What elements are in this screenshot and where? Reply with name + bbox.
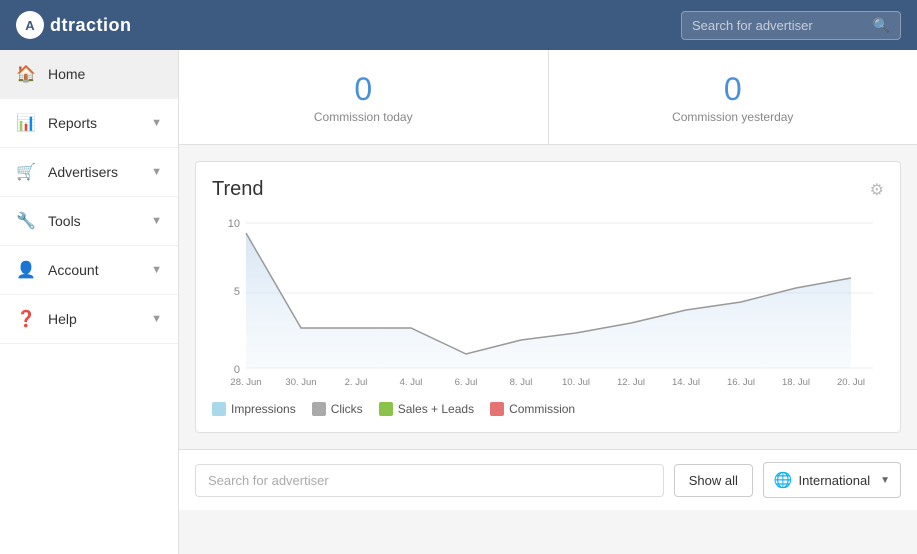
legend-label-commission: Commission <box>509 402 575 416</box>
header-search-bar[interactable]: 🔍 <box>681 11 901 40</box>
chart-title: Trend <box>212 178 264 201</box>
sidebar-item-help[interactable]: ❓ Help ▼ <box>0 295 178 344</box>
legend-label-sales-leads: Sales + Leads <box>398 402 474 416</box>
tools-icon: 🔧 <box>16 211 36 231</box>
legend-color-impressions <box>212 402 226 416</box>
sidebar-item-tools[interactable]: 🔧 Tools ▼ <box>0 197 178 246</box>
svg-text:10: 10 <box>228 218 240 230</box>
svg-text:20. Jul: 20. Jul <box>837 377 865 388</box>
sidebar-item-advertisers[interactable]: 🛒 Advertisers ▼ <box>0 148 178 197</box>
gear-icon[interactable]: ⚙ <box>870 180 884 200</box>
legend-label-impressions: Impressions <box>231 402 296 416</box>
bottom-search-input[interactable] <box>195 464 664 497</box>
sidebar-item-home[interactable]: 🏠 Home <box>0 50 178 99</box>
svg-text:5: 5 <box>234 286 240 298</box>
svg-text:0: 0 <box>234 364 240 376</box>
header-search-input[interactable] <box>692 18 873 33</box>
help-icon: ❓ <box>16 309 36 329</box>
chevron-down-icon: ▼ <box>151 117 162 129</box>
chevron-down-icon: ▼ <box>151 215 162 227</box>
legend-impressions: Impressions <box>212 402 296 416</box>
chevron-down-icon: ▼ <box>151 264 162 276</box>
show-all-button[interactable]: Show all <box>674 464 753 497</box>
main-content: 0 Commission today 0 Commission yesterda… <box>179 50 917 554</box>
svg-text:10. Jul: 10. Jul <box>562 377 590 388</box>
logo-icon: A <box>16 11 44 39</box>
svg-text:4. Jul: 4. Jul <box>400 377 423 388</box>
commission-today-value: 0 <box>195 70 532 108</box>
sidebar: 🏠 Home 📊 Reports ▼ 🛒 Advertisers ▼ 🔧 Too… <box>0 50 179 554</box>
sidebar-label-help: Help <box>48 311 77 327</box>
legend-sales-leads: Sales + Leads <box>379 402 474 416</box>
chevron-down-icon: ▼ <box>880 475 890 486</box>
sidebar-label-account: Account <box>48 262 99 278</box>
international-dropdown[interactable]: 🌐 International ▼ <box>763 462 901 498</box>
home-icon: 🏠 <box>16 64 36 84</box>
svg-text:30. Jun: 30. Jun <box>285 377 316 388</box>
commission-today-label: Commission today <box>195 110 532 124</box>
commission-today-card: 0 Commission today <box>179 50 549 144</box>
sidebar-label-home: Home <box>48 66 85 82</box>
sidebar-label-reports: Reports <box>48 115 97 131</box>
account-icon: 👤 <box>16 260 36 280</box>
svg-text:6. Jul: 6. Jul <box>455 377 478 388</box>
legend-color-commission <box>490 402 504 416</box>
sidebar-label-tools: Tools <box>48 213 81 229</box>
legend-color-sales-leads <box>379 402 393 416</box>
chevron-down-icon: ▼ <box>151 166 162 178</box>
svg-text:14. Jul: 14. Jul <box>672 377 700 388</box>
svg-text:18. Jul: 18. Jul <box>782 377 810 388</box>
legend-color-clicks <box>312 402 326 416</box>
svg-text:12. Jul: 12. Jul <box>617 377 645 388</box>
globe-icon: 🌐 <box>774 471 793 489</box>
reports-icon: 📊 <box>16 113 36 133</box>
commission-yesterday-label: Commission yesterday <box>565 110 902 124</box>
svg-text:8. Jul: 8. Jul <box>510 377 533 388</box>
sidebar-label-advertisers: Advertisers <box>48 164 118 180</box>
bottom-bar: Show all 🌐 International ▼ <box>179 449 917 510</box>
svg-text:2. Jul: 2. Jul <box>345 377 368 388</box>
chart-section: Trend ⚙ 10 5 0 <box>195 161 901 433</box>
commission-yesterday-value: 0 <box>565 70 902 108</box>
logo: A dtraction <box>16 11 132 39</box>
sidebar-item-account[interactable]: 👤 Account ▼ <box>0 246 178 295</box>
trend-chart: 10 5 0 <box>212 213 884 393</box>
svg-text:28. Jun: 28. Jun <box>230 377 261 388</box>
logo-letter: A <box>25 18 34 33</box>
search-icon: 🔍 <box>873 17 890 34</box>
international-label: International <box>799 473 871 488</box>
svg-text:16. Jul: 16. Jul <box>727 377 755 388</box>
logo-text: dtraction <box>50 15 132 36</box>
legend-clicks: Clicks <box>312 402 363 416</box>
chevron-down-icon: ▼ <box>151 313 162 325</box>
commission-row: 0 Commission today 0 Commission yesterda… <box>179 50 917 145</box>
chart-header: Trend ⚙ <box>212 178 884 201</box>
legend-label-clicks: Clicks <box>331 402 363 416</box>
legend-commission: Commission <box>490 402 575 416</box>
sidebar-item-reports[interactable]: 📊 Reports ▼ <box>0 99 178 148</box>
app-header: A dtraction 🔍 <box>0 0 917 50</box>
chart-legend: Impressions Clicks Sales + Leads Commiss… <box>212 402 884 416</box>
main-layout: 🏠 Home 📊 Reports ▼ 🛒 Advertisers ▼ 🔧 Too… <box>0 50 917 554</box>
commission-yesterday-card: 0 Commission yesterday <box>549 50 917 144</box>
chart-container: 10 5 0 <box>212 213 884 396</box>
advertisers-icon: 🛒 <box>16 162 36 182</box>
